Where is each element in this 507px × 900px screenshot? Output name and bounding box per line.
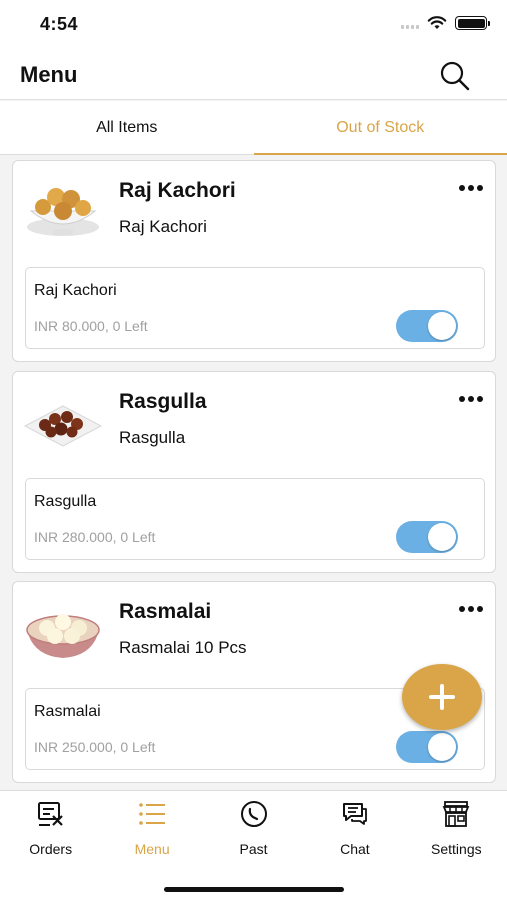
variant-box: Rasgulla INR 280.000, 0 Left [25, 478, 485, 560]
tab-out-of-stock[interactable]: Out of Stock [253, 101, 507, 155]
variant-name: Rasgulla [34, 493, 97, 510]
raj-kachori-image [27, 188, 99, 236]
item-subtitle: Rasmalai 10 Pcs [119, 638, 247, 657]
nav-label: Past [239, 841, 268, 857]
tab-bar: All Items Out of Stock [0, 101, 507, 155]
page-title: Menu [20, 62, 78, 87]
home-indicator [164, 887, 344, 892]
availability-toggle[interactable] [396, 731, 458, 763]
rasmalai-image [26, 614, 100, 658]
add-item-button[interactable] [402, 664, 482, 730]
nav-label: Chat [340, 841, 370, 857]
item-subtitle: Rasgulla [119, 428, 186, 447]
wifi-icon [427, 16, 447, 29]
store-icon [442, 801, 470, 827]
nav-menu[interactable]: Menu [101, 791, 202, 863]
more-options-icon[interactable] [459, 185, 483, 191]
past-clock-icon [240, 801, 267, 827]
menu-list-icon [139, 803, 166, 825]
rasgulla-image [23, 405, 103, 447]
nav-settings[interactable]: Settings [406, 791, 507, 863]
nav-label: Orders [29, 841, 73, 857]
item-card[interactable]: Rasgulla Rasgulla Rasgulla INR 280.000, … [12, 371, 496, 573]
toggle-knob [428, 733, 456, 761]
status-icons [401, 16, 490, 30]
nav-chat[interactable]: Chat [304, 791, 405, 863]
variant-price-stock: INR 280.000, 0 Left [34, 529, 156, 545]
variant-name: Rasmalai [34, 703, 101, 720]
toggle-knob [428, 523, 456, 551]
nav-label: Menu [134, 841, 170, 857]
item-title: Raj Kachori [119, 179, 236, 202]
tab-all-items[interactable]: All Items [0, 101, 254, 154]
item-title: Rasgulla [119, 390, 207, 413]
chat-icon [342, 803, 367, 825]
variant-box: Raj Kachori INR 80.000, 0 Left [25, 267, 485, 349]
status-bar: 4:54 [0, 0, 507, 50]
variant-price-stock: INR 80.000, 0 Left [34, 318, 148, 334]
item-title: Rasmalai [119, 600, 212, 623]
toggle-knob [428, 312, 456, 340]
more-options-icon[interactable] [459, 396, 483, 402]
screen: 4:54 Menu All Items Out of Stock Raj Kac… [0, 0, 507, 900]
nav-orders[interactable]: Orders [0, 791, 101, 863]
battery-icon [455, 16, 490, 30]
more-options-icon[interactable] [459, 606, 483, 612]
variant-name: Raj Kachori [34, 282, 117, 299]
availability-toggle[interactable] [396, 310, 458, 342]
availability-toggle[interactable] [396, 521, 458, 553]
nav-label: Settings [431, 841, 482, 857]
item-card[interactable]: Raj Kachori Raj Kachori Raj Kachori INR … [12, 160, 496, 362]
bottom-nav: Orders Menu Past Chat Settings [0, 790, 507, 900]
nav-past[interactable]: Past [203, 791, 304, 863]
item-subtitle: Raj Kachori [119, 217, 207, 236]
orders-icon [37, 802, 63, 826]
status-time: 4:54 [40, 14, 79, 34]
variant-price-stock: INR 250.000, 0 Left [34, 739, 156, 755]
search-icon[interactable] [439, 60, 471, 92]
signal-icon [401, 17, 419, 29]
header: Menu [0, 50, 507, 100]
